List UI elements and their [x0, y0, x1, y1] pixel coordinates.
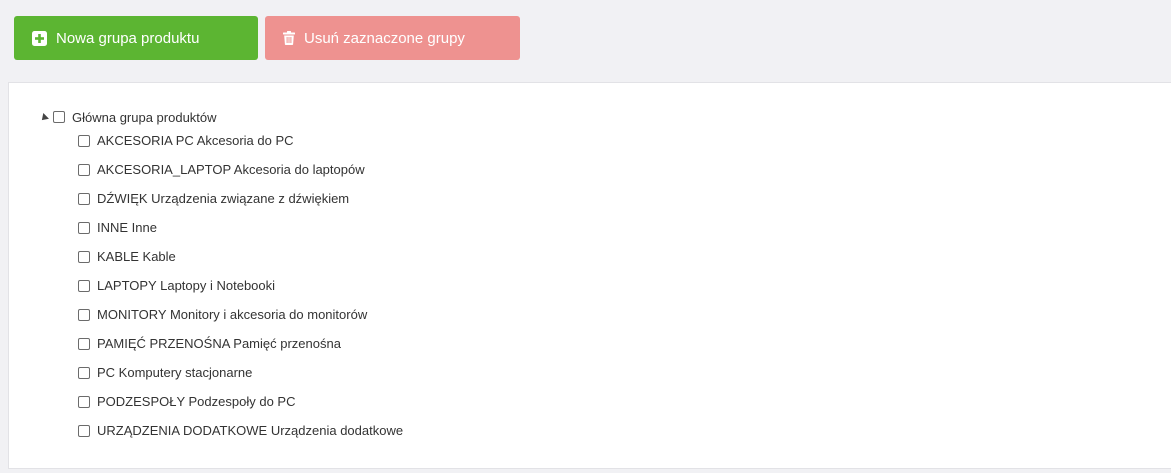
plus-square-icon	[32, 30, 47, 46]
tree-item-checkbox[interactable]	[78, 250, 90, 263]
tree-item-label: MONITORY Monitory i akcesoria do monitor…	[97, 307, 368, 322]
tree-item-label: KABLE Kable	[97, 249, 176, 264]
tree-item-checkbox[interactable]	[78, 366, 90, 379]
product-groups-panel: Główna grupa produktów AKCESORIA PC Akce…	[8, 82, 1171, 469]
tree-item-checkbox[interactable]	[78, 424, 90, 437]
delete-selected-groups-button[interactable]: Usuń zaznaczone grupy	[265, 16, 520, 60]
tree-item: MONITORY Monitory i akcesoria do monitor…	[78, 300, 403, 329]
toolbar: Nowa grupa produktu Usuń zaznaczone grup…	[14, 16, 520, 60]
trash-icon	[283, 31, 295, 45]
tree-item-checkbox[interactable]	[78, 395, 90, 408]
tree-item-label: PC Komputery stacjonarne	[97, 365, 253, 380]
tree-item-label: AKCESORIA_LAPTOP Akcesoria do laptopów	[97, 162, 365, 177]
collapse-toggle-icon[interactable]	[39, 113, 49, 123]
tree-item: KABLE Kable	[78, 242, 403, 271]
tree-item-checkbox[interactable]	[78, 192, 90, 205]
tree-item: DŹWIĘK Urządzenia związane z dźwiękiem	[78, 184, 403, 213]
tree-item-label: INNE Inne	[97, 220, 157, 235]
tree-item-label: PODZESPOŁY Podzespoły do PC	[97, 394, 296, 409]
tree-item: URZĄDZENIA DODATKOWE Urządzenia dodatkow…	[78, 416, 403, 445]
tree-item: PC Komputery stacjonarne	[78, 358, 403, 387]
tree-item-checkbox[interactable]	[78, 221, 90, 234]
new-product-group-label: Nowa grupa produktu	[56, 29, 200, 47]
tree-item-label: AKCESORIA PC Akcesoria do PC	[97, 133, 294, 148]
tree-item: AKCESORIA_LAPTOP Akcesoria do laptopów	[78, 155, 403, 184]
tree-item-checkbox[interactable]	[78, 163, 90, 176]
tree-children: AKCESORIA PC Akcesoria do PC AKCESORIA_L…	[78, 133, 403, 454]
tree-root-checkbox[interactable]	[53, 111, 65, 123]
tree-item-checkbox[interactable]	[78, 134, 90, 147]
tree-item-label: URZĄDZENIA DODATKOWE Urządzenia dodatkow…	[97, 423, 404, 438]
tree-root-node: Główna grupa produktów	[39, 107, 217, 127]
tree-root-label: Główna grupa produktów	[72, 109, 217, 125]
tree-item-checkbox[interactable]	[78, 279, 90, 292]
delete-selected-groups-label: Usuń zaznaczone grupy	[304, 29, 465, 47]
tree-item-label: DŹWIĘK Urządzenia związane z dźwiękiem	[97, 191, 350, 206]
tree-item: INNE Inne	[78, 213, 403, 242]
tree-item-label: LAPTOPY Laptopy i Notebooki	[97, 278, 276, 293]
tree-item: LAPTOPY Laptopy i Notebooki	[78, 271, 403, 300]
tree-item-checkbox[interactable]	[78, 337, 90, 350]
tree-item: AKCESORIA PC Akcesoria do PC	[78, 126, 403, 155]
tree-item: PAMIĘĆ PRZENOŚNA Pamięć przenośna	[78, 329, 403, 358]
new-product-group-button[interactable]: Nowa grupa produktu	[14, 16, 258, 60]
tree-item-label: PAMIĘĆ PRZENOŚNA Pamięć przenośna	[97, 336, 341, 351]
tree-item-checkbox[interactable]	[78, 308, 90, 321]
tree-item: PODZESPOŁY Podzespoły do PC	[78, 387, 403, 416]
